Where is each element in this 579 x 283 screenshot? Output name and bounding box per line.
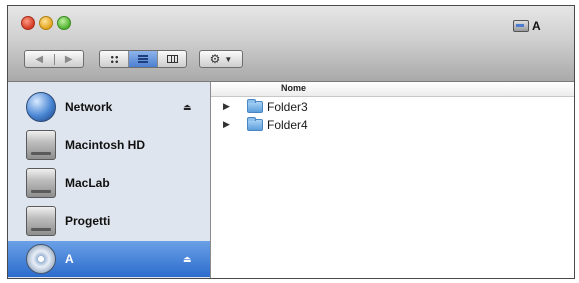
action-menu-button[interactable]: ⚙ ▼ (199, 50, 243, 68)
eject-icon[interactable]: ⏏ (183, 102, 192, 113)
column-view-button[interactable] (158, 51, 186, 67)
drive-title-icon (513, 20, 529, 32)
hard-drive-icon (26, 168, 56, 198)
sidebar-item-label: Macintosh HD (65, 138, 146, 152)
zoom-button[interactable] (57, 16, 71, 30)
back-arrow-icon[interactable]: ◀ (25, 53, 55, 65)
network-globe-icon (26, 92, 56, 122)
forward-arrow-icon[interactable]: ▶ (55, 54, 84, 65)
column-header-name[interactable]: Nome (281, 83, 306, 93)
window-title: A (513, 19, 541, 33)
sidebar-item-label: MacLab (65, 176, 110, 190)
file-name: Folder3 (267, 99, 308, 114)
folder-icon (247, 98, 263, 113)
sidebar-item-progetti[interactable]: Progetti (8, 203, 210, 239)
window-title-text: A (532, 19, 541, 33)
gear-icon: ⚙ (209, 52, 221, 66)
icon-view-button[interactable] (100, 51, 129, 67)
hard-drive-icon (26, 206, 56, 236)
sidebar-item-network[interactable]: Network ⏏ (8, 89, 210, 125)
file-list: Nome ▶ Folder3 ▶ Folder4 (211, 82, 574, 278)
chevron-down-icon: ▼ (224, 54, 233, 64)
sidebar-item-macintosh-hd[interactable]: Macintosh HD (8, 127, 210, 163)
back-forward-buttons[interactable]: ◀ ▶ (24, 50, 84, 68)
list-view-button[interactable] (129, 51, 158, 67)
icon-view-icon (109, 54, 119, 64)
sidebar-item-label: Network (65, 100, 113, 114)
file-name: Folder4 (267, 117, 308, 132)
column-header[interactable]: Nome (211, 82, 574, 97)
list-view-icon (138, 55, 148, 63)
hard-drive-icon (26, 130, 56, 160)
folder-icon (247, 116, 263, 131)
minimize-button[interactable] (39, 16, 53, 30)
disc-icon (26, 244, 56, 274)
sidebar-item-maclab[interactable]: MacLab (8, 165, 210, 201)
sidebar: Network ⏏ Macintosh HD MacLab Progetti A… (8, 82, 211, 278)
finder-window: A ◀ ▶ ⚙ ▼ Network ⏏ Macintosh HD MacLab (7, 5, 575, 279)
column-view-icon (166, 55, 178, 63)
eject-icon[interactable]: ⏏ (183, 254, 192, 265)
close-button[interactable] (21, 16, 35, 30)
disclosure-triangle-icon[interactable]: ▶ (223, 101, 230, 112)
sidebar-item-label: Progetti (65, 214, 111, 228)
window-toolbar: A ◀ ▶ ⚙ ▼ (8, 6, 574, 82)
sidebar-item-label: A (65, 252, 74, 266)
view-mode-selector[interactable] (99, 50, 187, 68)
sidebar-item-a[interactable]: A ⏏ (8, 241, 210, 277)
disclosure-triangle-icon[interactable]: ▶ (223, 119, 230, 130)
